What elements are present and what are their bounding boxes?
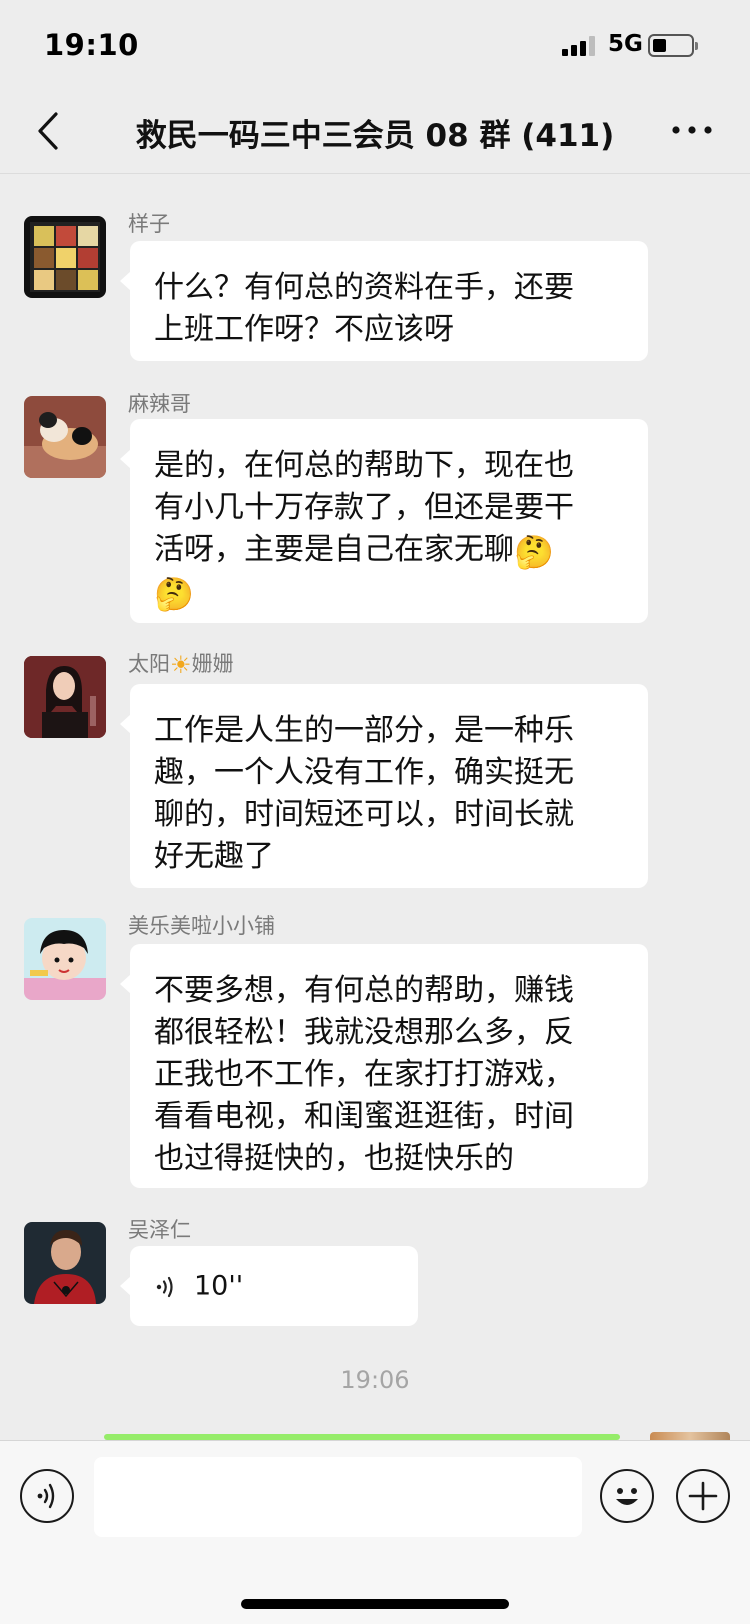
voice-mode-icon[interactable]: [20, 1469, 74, 1523]
message-line: 活呀，主要是自己在家无聊: [154, 532, 514, 567]
avatar[interactable]: [650, 1432, 730, 1440]
message-line: 正我也不工作，在家打打游戏，: [154, 1057, 574, 1092]
sender-name: 样子: [128, 212, 170, 236]
message-line: 是的，在何总的帮助下，现在也: [154, 448, 574, 483]
message-line: 上班工作呀？不应该呀: [154, 312, 454, 347]
more-horizontal-icon[interactable]: [670, 118, 714, 142]
message-line: 有小几十万存款了，但还是要干: [154, 490, 574, 525]
network-type: 5G: [608, 31, 643, 57]
sender-name: 太阳☀姗姗: [128, 651, 234, 679]
input-bar: [0, 1440, 750, 1624]
status-bar: 19:10 5G: [0, 0, 750, 88]
message-line: 都很轻松！我就没想那么多，反: [154, 1015, 574, 1050]
plus-icon[interactable]: [676, 1469, 730, 1523]
thinking-emoji: 🤔: [154, 575, 194, 613]
home-indicator[interactable]: [241, 1599, 509, 1609]
message-bubble[interactable]: 是的，在何总的帮助下，现在也 有小几十万存款了，但还是要干 活呀，主要是自己在家…: [120, 419, 648, 623]
signal-icon: [562, 34, 600, 56]
message-bubble[interactable]: 工作是人生的一部分，是一种乐 趣，一个人没有工作，确实挺无 聊的，时间短还可以，…: [120, 684, 648, 888]
status-time: 19:10: [44, 28, 139, 62]
chat-header: 救民一码三中三会员 08 群 (411): [0, 88, 750, 174]
chevron-left-icon[interactable]: [30, 110, 70, 152]
message-line: 不要多想，有何总的帮助，赚钱: [154, 973, 574, 1008]
message-line: 好无趣了: [154, 839, 274, 874]
message-line: 看看电视，和闺蜜逛逛街，时间: [154, 1099, 574, 1134]
message-line: 工作是人生的一部分，是一种乐: [154, 713, 574, 748]
voice-duration: 10'': [194, 1270, 244, 1302]
avatar[interactable]: [24, 656, 106, 738]
avatar[interactable]: [24, 918, 106, 1000]
voice-wave-icon: [156, 1276, 173, 1297]
chat-title: 救民一码三中三会员 08 群 (411): [135, 118, 615, 154]
message-line: 也过得挺快的，也挺快乐的: [154, 1141, 514, 1176]
sender-name: 美乐美啦小小铺: [128, 914, 275, 938]
avatar[interactable]: [24, 1222, 106, 1304]
avatar[interactable]: [24, 396, 106, 478]
timestamp: 19:06: [340, 1366, 410, 1394]
message-input[interactable]: [94, 1457, 582, 1537]
message-line: 聊的，时间短还可以，时间长就: [154, 797, 574, 832]
message-bubble[interactable]: 什么？有何总的资料在手，还要 上班工作呀？不应该呀: [120, 241, 648, 361]
thinking-emoji: 🤔: [514, 533, 554, 571]
battery-icon: [648, 34, 698, 57]
avatar[interactable]: [24, 216, 106, 298]
voice-message-bubble[interactable]: 10'': [120, 1246, 418, 1326]
message-line: 趣，一个人没有工作，确实挺无: [154, 755, 574, 790]
message-line: 什么？有何总的资料在手，还要: [154, 270, 574, 305]
smiley-icon[interactable]: [600, 1469, 654, 1523]
sun-icon: ☀: [170, 651, 192, 679]
sender-name: 麻辣哥: [128, 392, 191, 416]
message-bubble[interactable]: 不要多想，有何总的帮助，赚钱 都很轻松！我就没想那么多，反 正我也不工作，在家打…: [120, 944, 648, 1188]
sender-name: 吴泽仁: [128, 1218, 191, 1242]
